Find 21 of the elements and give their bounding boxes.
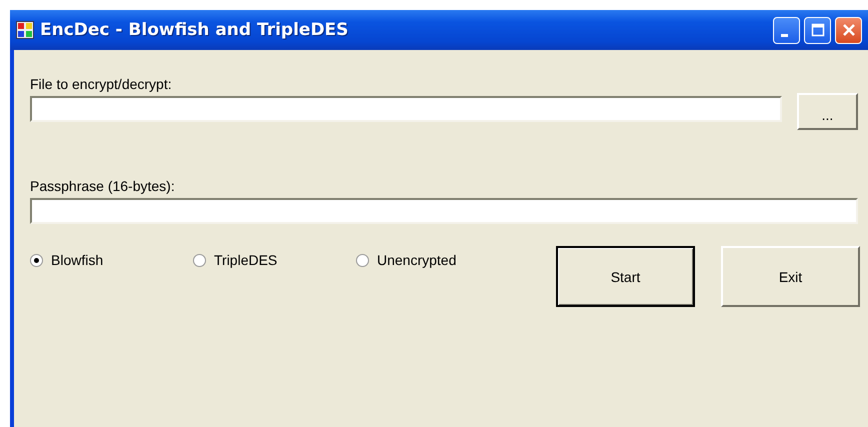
radio-label[interactable]: TripleDES xyxy=(214,252,278,268)
radio-button[interactable] xyxy=(356,254,369,267)
radio-button[interactable] xyxy=(193,254,206,267)
file-path-field[interactable] xyxy=(30,96,782,122)
maximize-button[interactable] xyxy=(804,16,831,44)
start-button[interactable]: Start xyxy=(556,246,695,307)
radio-label[interactable]: Blowfish xyxy=(51,252,104,268)
minimize-button[interactable] xyxy=(773,16,800,44)
close-button[interactable] xyxy=(835,16,862,44)
field-label: Passphrase (16-bytes): xyxy=(30,178,176,194)
browse-button[interactable]: ... xyxy=(797,93,858,130)
radio-button[interactable] xyxy=(30,254,43,267)
radio-label[interactable]: Unencrypted xyxy=(377,252,456,268)
close-icon xyxy=(842,23,856,37)
field-label: File to encrypt/decrypt: xyxy=(30,76,173,92)
window-title: EncDec - Blowfish and TripleDES xyxy=(40,20,348,40)
passphrase-field[interactable] xyxy=(30,198,858,224)
exit-button[interactable]: Exit xyxy=(721,246,860,307)
maximize-icon xyxy=(810,23,824,37)
minimize-icon xyxy=(781,34,788,36)
app-icon xyxy=(16,21,34,39)
